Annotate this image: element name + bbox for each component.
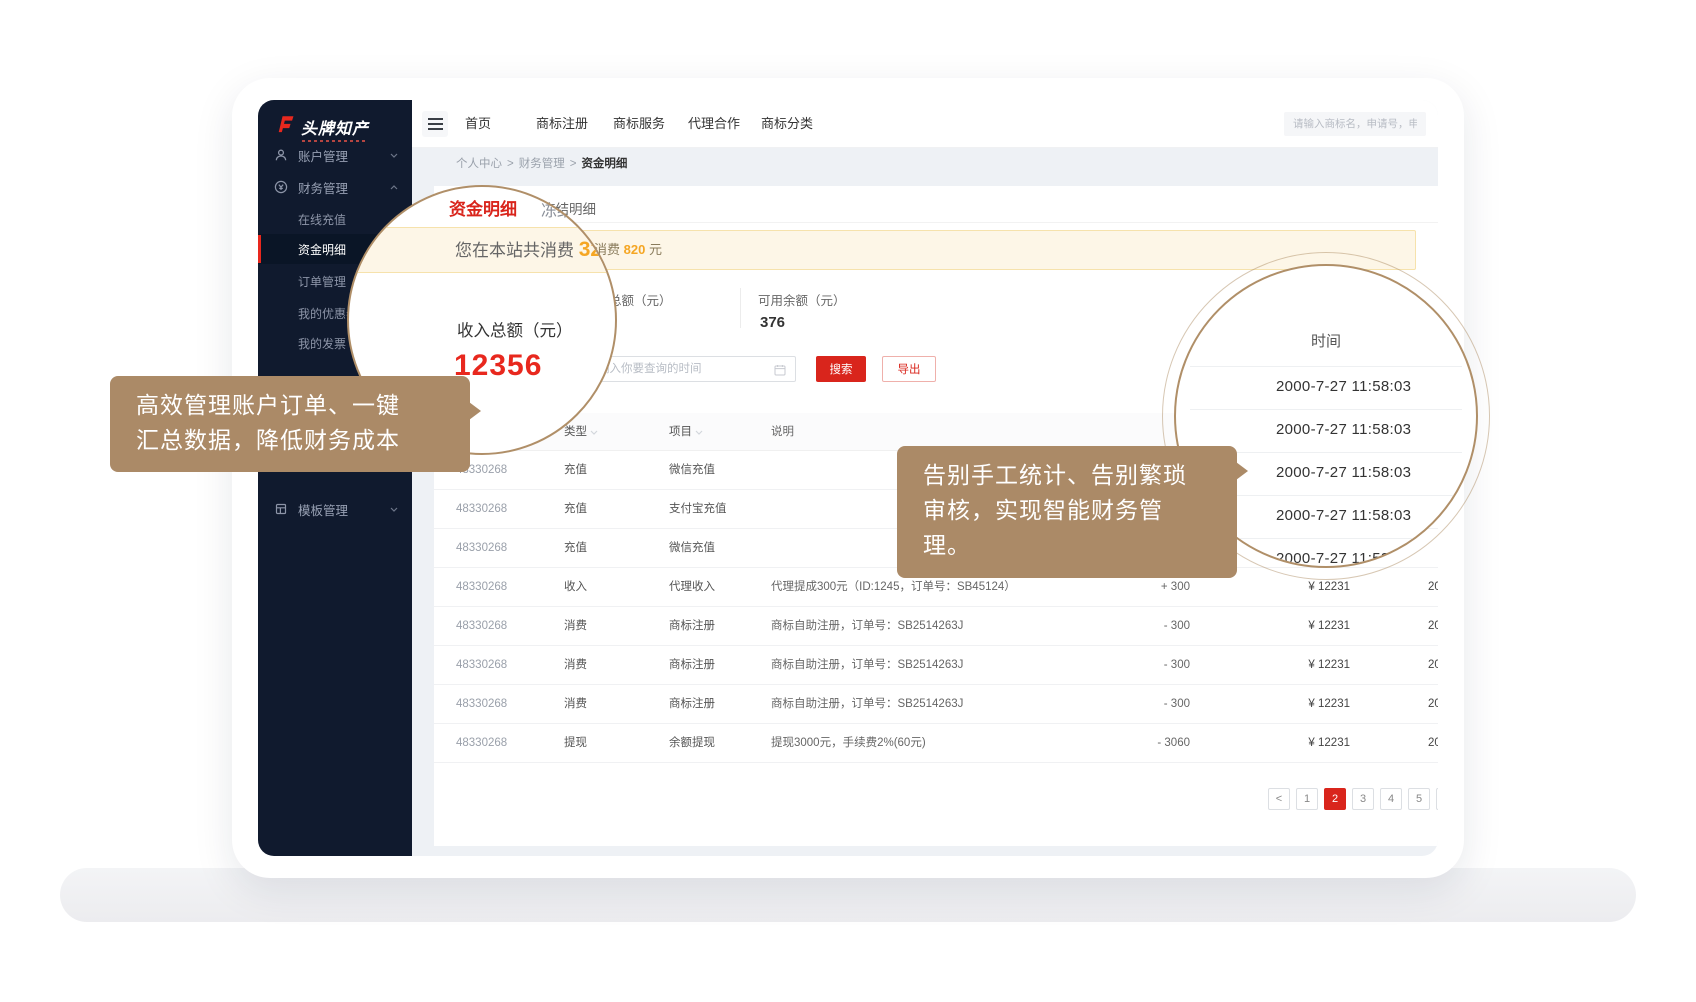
pagination-next[interactable] <box>1436 788 1438 810</box>
topnav-home[interactable]: 首页 <box>465 100 491 148</box>
magnified-income-label: 收入总额（元） <box>457 317 573 341</box>
topnav-agent-coop[interactable]: 代理合作 <box>688 100 740 148</box>
breadcrumb: 个人中心>财务管理>资金明细 <box>456 148 627 180</box>
pagination-page-2[interactable]: 2 <box>1324 788 1346 810</box>
table-row: 48330268 提现 余额提现 提现3000元，手续费2%(60元) - 30… <box>434 724 1438 763</box>
topnav-trademark-category[interactable]: 商标分类 <box>761 100 813 148</box>
export-button[interactable]: 导出 <box>882 356 936 382</box>
table-row: 48330268 消费 商标注册 商标自助注册，订单号：SB2514263J -… <box>434 607 1438 646</box>
sidebar-item-templates[interactable]: 模板管理 <box>258 494 412 524</box>
col-project[interactable]: 项目 <box>669 413 703 451</box>
sort-caret-icon <box>590 413 598 451</box>
stats-divider <box>740 288 741 328</box>
pagination-page-3[interactable]: 3 <box>1352 788 1374 810</box>
breadcrumb-bar: 个人中心>财务管理>资金明细 <box>412 148 1438 180</box>
sidebar-item-label: 模板管理 <box>298 500 348 519</box>
magnified-tab-active: 资金明细 <box>449 195 517 220</box>
page: 头牌知产 账户管理 财务管理 <box>0 0 1696 1002</box>
magnified-tab-second: 冻结明细 <box>541 197 605 221</box>
chevron-up-icon <box>390 185 398 190</box>
topnav-trademark-service[interactable]: 商标服务 <box>613 100 665 148</box>
pagination-page-5[interactable]: 5 <box>1408 788 1430 810</box>
banner-unit: 元 <box>649 242 662 257</box>
user-icon <box>274 148 288 162</box>
pagination-page-1[interactable]: 1 <box>1296 788 1318 810</box>
magnified-banner-amount: 32124 <box>579 238 617 261</box>
date-input[interactable] <box>588 356 796 382</box>
brand-name: 头牌知产 <box>301 115 369 139</box>
magnified-time-value: 2000-7-27 11:58:03 <box>1276 378 1411 395</box>
table-row: 48330268 消费 商标注册 商标自助注册，订单号：SB2514263J -… <box>434 685 1438 724</box>
topnav-trademark-register[interactable]: 商标注册 <box>536 100 588 148</box>
col-desc: 说明 <box>771 413 794 451</box>
breadcrumb-current: 资金明细 <box>581 158 627 170</box>
callout-right: 告别手工统计、告别繁琐 审核，实现智能财务管 理。 <box>897 446 1237 578</box>
magnified-time-value: 2000-7-27 11:58:03 <box>1276 421 1411 438</box>
stat-balance-label: 可用余额（元） <box>758 290 846 309</box>
chevron-down-icon <box>390 153 398 158</box>
trademark-search-input[interactable] <box>1284 112 1426 136</box>
hamburger-menu-icon[interactable] <box>422 111 448 137</box>
sidebar-item-label: 账户管理 <box>298 146 348 165</box>
magnified-time-value: 2000-7-27 11:58:03 <box>1276 550 1411 567</box>
search-button[interactable]: 搜索 <box>816 356 866 382</box>
tabs-divider <box>434 222 1438 223</box>
topbar: 首页 商标注册 商标服务 代理合作 商标分类 <box>412 100 1438 148</box>
chevron-down-icon <box>390 507 398 512</box>
banner-amount: 820 <box>624 242 646 257</box>
brand-logo-icon <box>276 114 296 139</box>
sidebar-item-finance[interactable]: 财务管理 <box>258 172 412 202</box>
magnified-time-value: 2000-7-27 11:58:03 <box>1276 507 1411 524</box>
pagination-page-4[interactable]: 4 <box>1380 788 1402 810</box>
sidebar: 头牌知产 账户管理 财务管理 <box>258 100 412 856</box>
magnified-time-header: 时间 <box>1176 330 1476 351</box>
template-icon <box>274 502 288 516</box>
sort-caret-icon <box>695 413 703 451</box>
callout-arrow <box>1236 462 1248 480</box>
brand-logo: 头牌知产 <box>276 114 369 139</box>
finance-icon <box>274 180 288 194</box>
breadcrumb-part[interactable]: 财务管理 <box>519 158 565 170</box>
sidebar-item-label: 财务管理 <box>298 178 348 197</box>
callout-left: 高效管理账户订单、一键 汇总数据，降低财务成本 <box>110 376 470 472</box>
magnified-time-value: 2000-7-27 11:58:03 <box>1276 464 1411 481</box>
pagination-prev[interactable]: < <box>1268 788 1290 810</box>
magnified-banner: 您在本站共消费 32124 元 <box>349 227 615 273</box>
calendar-icon[interactable] <box>774 363 786 381</box>
table-row: 48330268 消费 商标注册 商标自助注册，订单号：SB2514263J -… <box>434 646 1438 685</box>
sidebar-item-account[interactable]: 账户管理 <box>258 140 412 170</box>
pagination: < 1 2 3 4 5 <box>1268 788 1438 810</box>
breadcrumb-part[interactable]: 个人中心 <box>456 158 502 170</box>
callout-arrow <box>469 402 481 420</box>
stat-balance-value: 376 <box>760 314 785 331</box>
